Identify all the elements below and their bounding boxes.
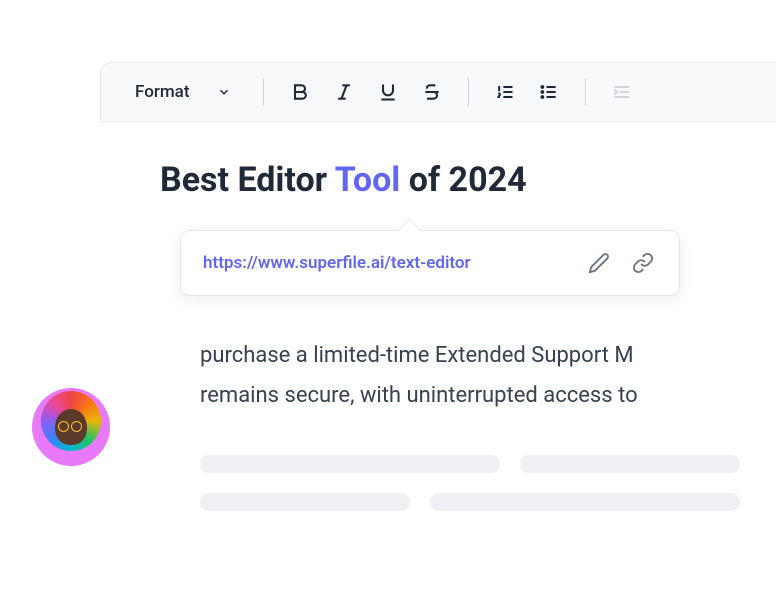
strikethrough-icon <box>422 82 442 102</box>
skeleton-bar <box>520 455 740 473</box>
skeleton-placeholder-row <box>200 493 776 511</box>
chevron-down-icon <box>217 85 231 99</box>
unordered-list-button[interactable] <box>531 74 567 110</box>
body-paragraph[interactable]: purchase a limited-time Extended Support… <box>200 336 776 415</box>
pencil-icon <box>588 252 610 274</box>
toolbar-divider <box>585 78 586 106</box>
link-url-display[interactable]: https://www.superfile.ai/text-editor <box>203 253 569 273</box>
skeleton-bar <box>200 455 500 473</box>
bold-icon <box>290 82 310 102</box>
ordered-list-icon <box>495 82 515 102</box>
format-label: Format <box>135 82 189 102</box>
ordered-list-button[interactable] <box>487 74 523 110</box>
body-line-2: remains secure, with uninterrupted acces… <box>200 383 638 408</box>
link-popover: https://www.superfile.ai/text-editor <box>180 230 680 296</box>
heading-linked-text[interactable]: Tool <box>335 160 401 200</box>
italic-icon <box>334 82 354 102</box>
toolbar-divider <box>468 78 469 106</box>
editor-content[interactable]: Best Editor Tool of 2024 https://www.sup… <box>160 160 776 511</box>
toolbar-divider <box>263 78 264 106</box>
document-heading[interactable]: Best Editor Tool of 2024 <box>160 160 776 200</box>
skeleton-placeholder-row <box>200 455 776 473</box>
body-line-1: purchase a limited-time Extended Support… <box>200 343 634 368</box>
open-link-button[interactable] <box>629 249 657 277</box>
indent-button[interactable] <box>604 74 640 110</box>
unordered-list-icon <box>539 82 559 102</box>
heading-text-before: Best Editor <box>160 160 335 200</box>
underline-icon <box>378 82 398 102</box>
skeleton-bar <box>200 493 410 511</box>
heading-text-after: of 2024 <box>400 160 526 200</box>
format-dropdown[interactable]: Format <box>121 74 245 110</box>
strikethrough-button[interactable] <box>414 74 450 110</box>
user-avatar[interactable] <box>32 388 110 466</box>
editor-toolbar: Format <box>100 62 776 122</box>
indent-icon <box>612 82 632 102</box>
link-icon <box>632 252 654 274</box>
underline-button[interactable] <box>370 74 406 110</box>
italic-button[interactable] <box>326 74 362 110</box>
bold-button[interactable] <box>282 74 318 110</box>
avatar-image <box>41 397 101 457</box>
edit-link-button[interactable] <box>585 249 613 277</box>
skeleton-bar <box>430 493 740 511</box>
